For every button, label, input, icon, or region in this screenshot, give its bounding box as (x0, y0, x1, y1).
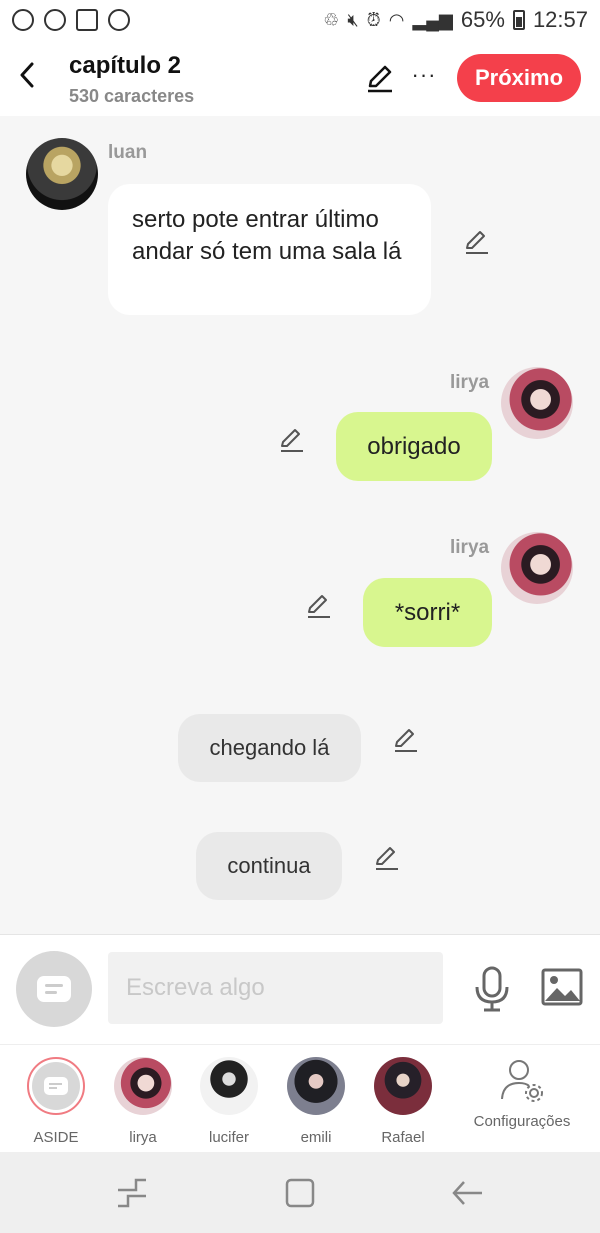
edit-message-button[interactable] (305, 592, 333, 620)
edit-message-button[interactable] (463, 228, 491, 256)
insert-image-button[interactable] (540, 967, 584, 1007)
editor-header: capítulo 2 530 caracteres ··· Próximo (0, 40, 600, 116)
alarm-icon: ⏰︎ (366, 9, 381, 30)
message-input[interactable] (108, 952, 443, 1024)
avatar-luan[interactable] (26, 138, 98, 210)
pencil-icon (281, 429, 303, 452)
notification-icons (12, 9, 130, 31)
system-nav-bar (0, 1152, 600, 1233)
signal-icon: ▂▄▆ (412, 9, 453, 30)
character-label: Rafael (381, 1129, 425, 1146)
back-arrow-icon (452, 1181, 482, 1205)
edit-title-button[interactable] (364, 62, 396, 94)
image-icon (541, 968, 583, 1006)
character-emili[interactable]: emili (273, 1057, 359, 1146)
battery-percent: 65% (460, 7, 505, 32)
mute-icon: 🔇︎ (347, 9, 359, 30)
recent-apps-button[interactable] (114, 1176, 150, 1210)
edit-message-button[interactable] (373, 844, 401, 872)
pencil-icon (395, 729, 417, 752)
chapter-title[interactable]: capítulo 2 (69, 52, 181, 80)
recent-apps-icon (118, 1178, 146, 1208)
composer-bar (0, 934, 600, 1044)
character-lirya[interactable]: lirya (100, 1057, 186, 1146)
character-label: emili (300, 1129, 332, 1146)
user-settings-icon (501, 1060, 543, 1102)
next-button[interactable]: Próximo (457, 54, 581, 102)
settings-label: Configurações (473, 1113, 571, 1130)
recycle-icon: ♲ (323, 9, 340, 30)
message-author: luan (108, 142, 148, 163)
character-avatar (200, 1057, 258, 1115)
character-settings-button[interactable]: Configurações (466, 1057, 578, 1130)
character-avatar (114, 1057, 172, 1115)
aside-icon (44, 1077, 68, 1095)
avatar-lirya[interactable] (501, 532, 573, 604)
avatar-lirya[interactable] (501, 367, 573, 439)
pencil-icon (466, 231, 488, 254)
character-label: ASIDE (33, 1129, 79, 1146)
message-bubble[interactable]: *sorri* (363, 578, 492, 647)
narration-bubble[interactable]: continua (196, 832, 342, 900)
message-bubble[interactable]: obrigado (336, 412, 492, 481)
edit-message-button[interactable] (278, 426, 306, 454)
chat-area[interactable]: luan serto pote entrar último andar só t… (0, 116, 600, 934)
character-avatar (374, 1057, 432, 1115)
message-bubble[interactable]: serto pote entrar último andar só tem um… (108, 184, 431, 315)
system-status: ♲ 🔇︎ ⏰︎ ◠ ▂▄▆ 65% 12:57 (323, 7, 588, 33)
more-options-button[interactable]: ··· (410, 60, 438, 94)
chevron-left-icon (20, 62, 34, 88)
sync-icon (108, 9, 130, 31)
microphone-icon (475, 966, 509, 1012)
character-lucifer[interactable]: lucifer (186, 1057, 272, 1146)
pencil-icon (376, 847, 398, 870)
aside-icon (37, 976, 71, 1002)
pencil-icon (308, 595, 330, 618)
home-button[interactable] (283, 1176, 319, 1210)
character-aside[interactable]: ASIDE (13, 1057, 99, 1146)
clock: 12:57 (532, 7, 588, 32)
wifi-icon: ◠ (388, 9, 405, 30)
pencil-icon (368, 65, 392, 93)
gallery-icon (76, 9, 98, 31)
whatsapp-icon (12, 9, 34, 31)
character-avatar (27, 1057, 85, 1115)
system-back-button[interactable] (450, 1176, 486, 1210)
home-icon (285, 1178, 315, 1208)
status-bar: ♲ 🔇︎ ⏰︎ ◠ ▂▄▆ 65% 12:57 (0, 0, 600, 40)
character-label: lirya (129, 1129, 157, 1146)
narration-bubble[interactable]: chegando lá (178, 714, 361, 782)
character-avatar (287, 1057, 345, 1115)
character-count: 530 caracteres (69, 86, 195, 106)
message-author: lirya (450, 372, 490, 393)
back-button[interactable] (14, 58, 40, 92)
microphone-button[interactable] (470, 965, 514, 1013)
message-author: lirya (450, 537, 490, 558)
character-rafael[interactable]: Rafael (360, 1057, 446, 1146)
edit-message-button[interactable] (392, 726, 420, 754)
battery-icon (512, 10, 525, 30)
character-selector: ASIDE lirya lucifer emili Rafael Configu… (0, 1044, 600, 1152)
character-label: lucifer (208, 1129, 249, 1146)
aside-toggle-button[interactable] (16, 951, 92, 1027)
messenger-icon (44, 9, 66, 31)
